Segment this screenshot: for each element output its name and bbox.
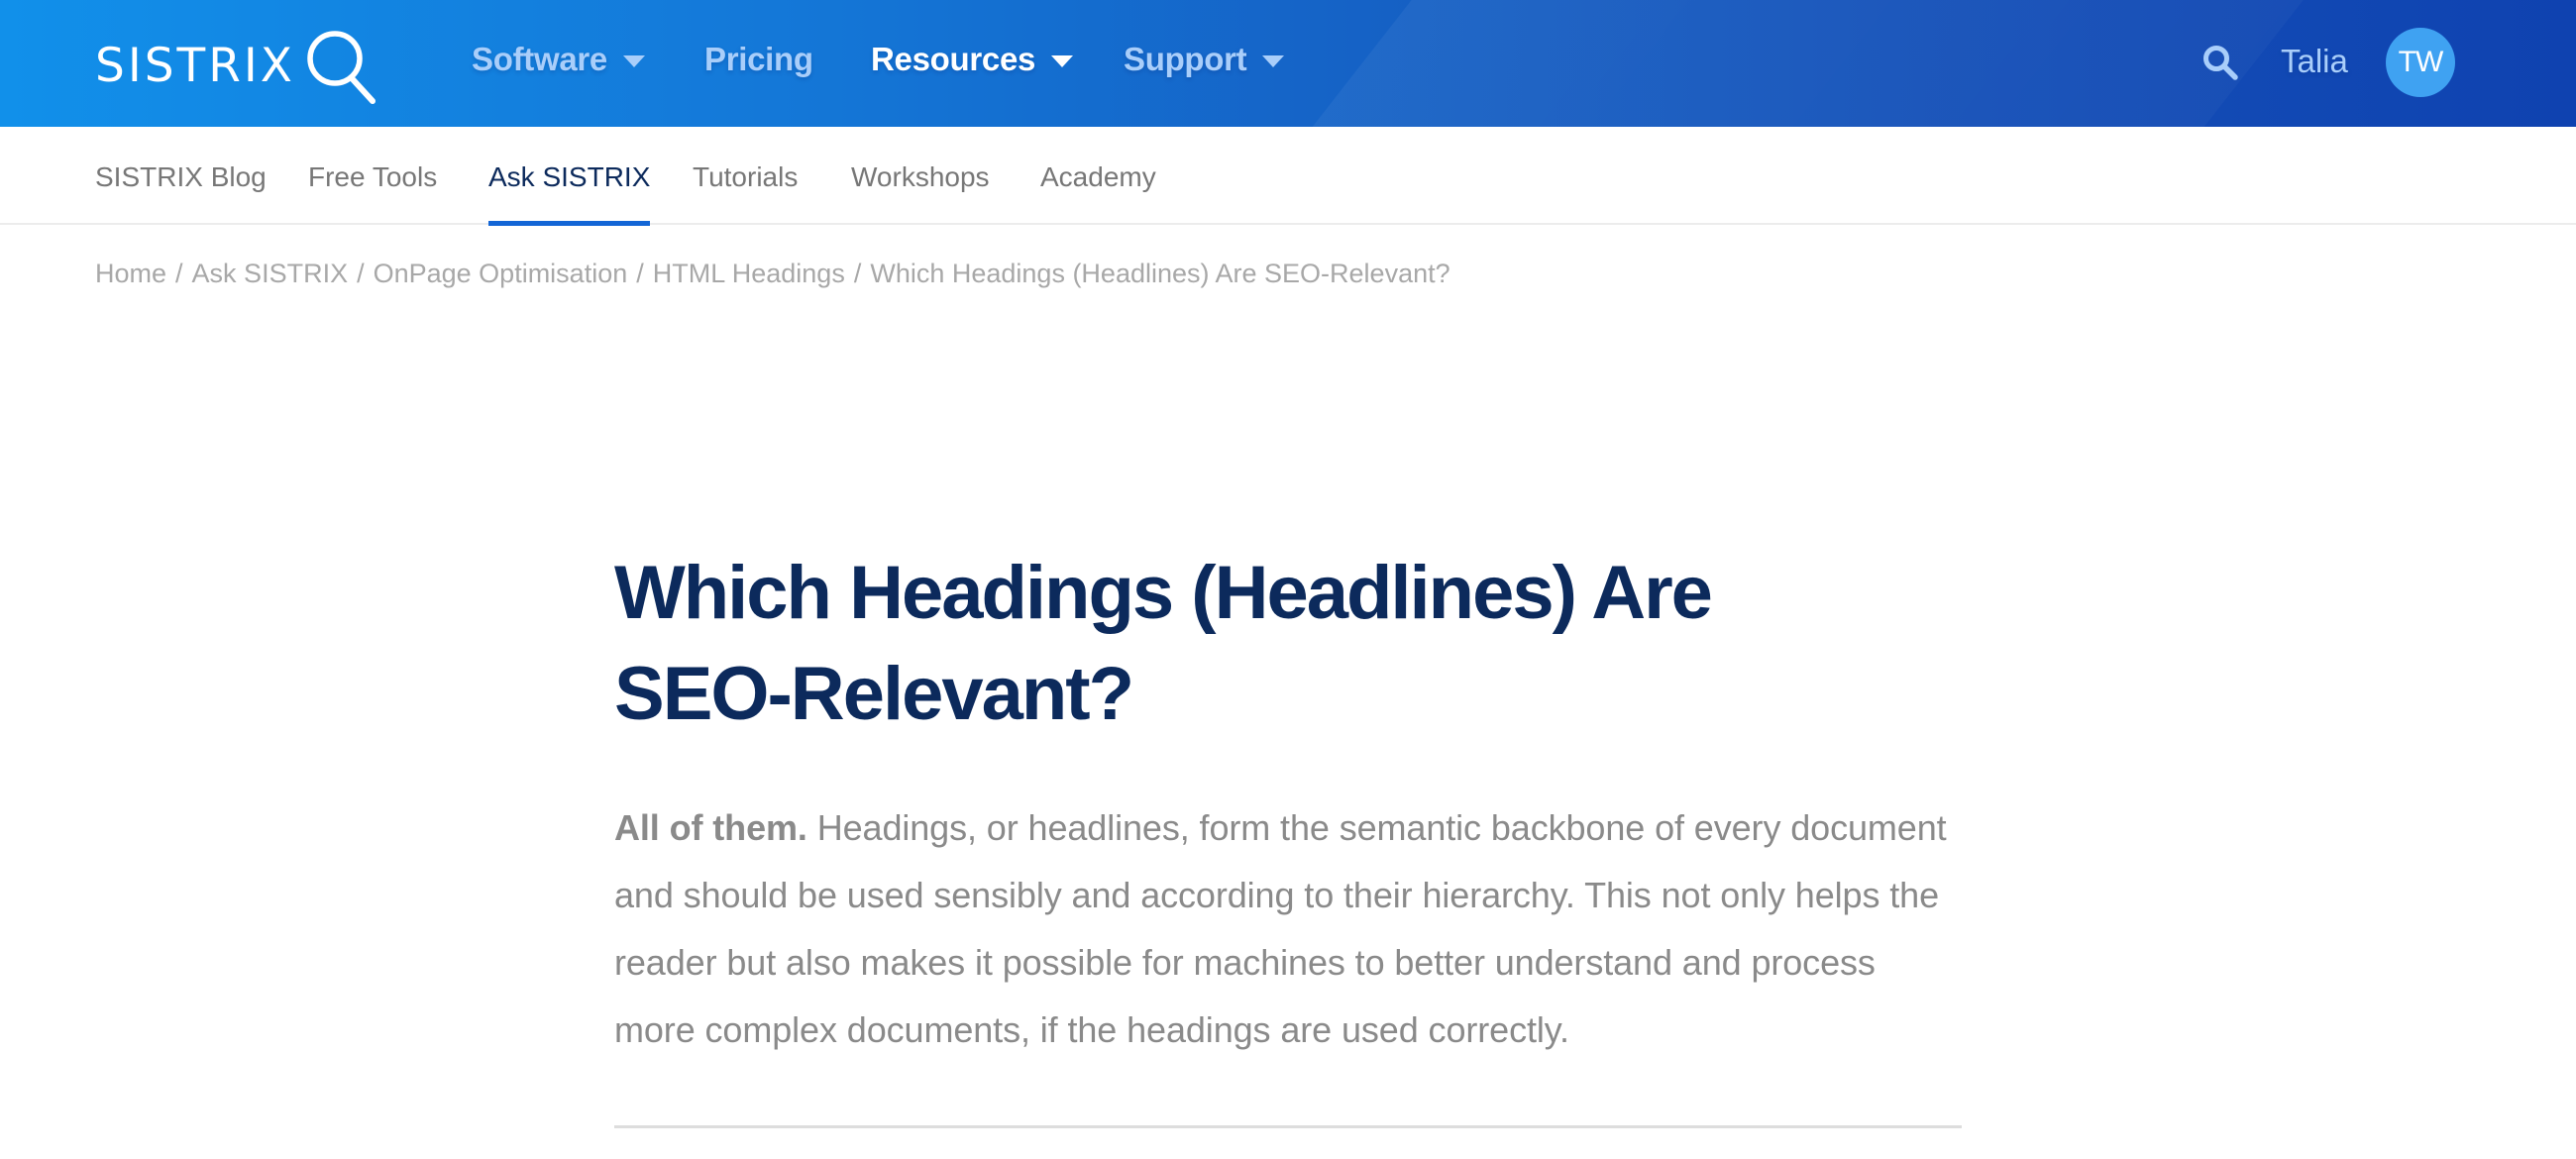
chevron-down-icon xyxy=(622,55,645,67)
breadcrumb-ask-sistrix[interactable]: Ask SISTRIX xyxy=(192,259,349,289)
chevron-down-icon xyxy=(1051,55,1074,67)
logo-text: SISTRIX xyxy=(95,38,295,93)
article-lead: All of them. Headings, or headlines, for… xyxy=(614,794,1964,1064)
lead-text: Headings, or headlines, form the semanti… xyxy=(614,807,1947,1050)
top-header: SISTRIX Software Pricing Resources Suppo… xyxy=(0,0,2576,127)
lead-bold-text: All of them. xyxy=(614,807,807,848)
subnav-ask-sistrix[interactable]: Ask SISTRIX xyxy=(488,127,651,226)
nav-support[interactable]: Support xyxy=(1124,38,1285,81)
search-button[interactable] xyxy=(2201,44,2239,81)
header-decorative-band xyxy=(1287,0,2319,127)
avatar[interactable]: TW xyxy=(2386,28,2455,97)
subnav-sistrix-blog[interactable]: SISTRIX Blog xyxy=(95,127,267,225)
nav-pricing-label: Pricing xyxy=(704,41,813,77)
subnav-academy[interactable]: Academy xyxy=(1040,127,1156,225)
subnav-free-tools[interactable]: Free Tools xyxy=(308,127,437,225)
breadcrumb-html-headings[interactable]: HTML Headings xyxy=(653,259,845,289)
breadcrumb: Home / Ask SISTRIX / OnPage Optimisation… xyxy=(95,256,1450,291)
sistrix-logo[interactable]: SISTRIX xyxy=(95,26,380,105)
breadcrumb-current-page: Which Headings (Headlines) Are SEO-Relev… xyxy=(870,258,1450,288)
search-icon xyxy=(2203,46,2238,80)
breadcrumb-separator: / xyxy=(175,258,183,288)
user-name[interactable]: Talia xyxy=(2281,40,2348,83)
breadcrumb-separator: / xyxy=(636,258,644,288)
magnifier-icon xyxy=(307,31,376,104)
subnav-workshops[interactable]: Workshops xyxy=(851,127,990,225)
breadcrumb-home[interactable]: Home xyxy=(95,259,166,289)
breadcrumb-separator: / xyxy=(357,258,365,288)
nav-software[interactable]: Software xyxy=(472,38,645,81)
breadcrumb-separator: / xyxy=(853,258,862,288)
section-divider xyxy=(614,1125,1962,1128)
subnav-tutorials[interactable]: Tutorials xyxy=(693,127,798,225)
chevron-down-icon xyxy=(1262,55,1285,67)
nav-software-label: Software xyxy=(472,41,607,77)
nav-support-label: Support xyxy=(1124,41,1247,77)
breadcrumb-onpage-optimisation[interactable]: OnPage Optimisation xyxy=(374,259,628,289)
nav-resources-label: Resources xyxy=(871,41,1036,77)
nav-resources[interactable]: Resources xyxy=(871,38,1074,81)
page-title: Which Headings (Headlines) Are SEO-Relev… xyxy=(614,551,1713,736)
nav-pricing[interactable]: Pricing xyxy=(704,38,813,81)
sub-nav: SISTRIX Blog Free Tools Ask SISTRIX Tuto… xyxy=(0,127,2576,226)
article: Which Headings (Headlines) Are SEO-Relev… xyxy=(614,543,1962,1064)
